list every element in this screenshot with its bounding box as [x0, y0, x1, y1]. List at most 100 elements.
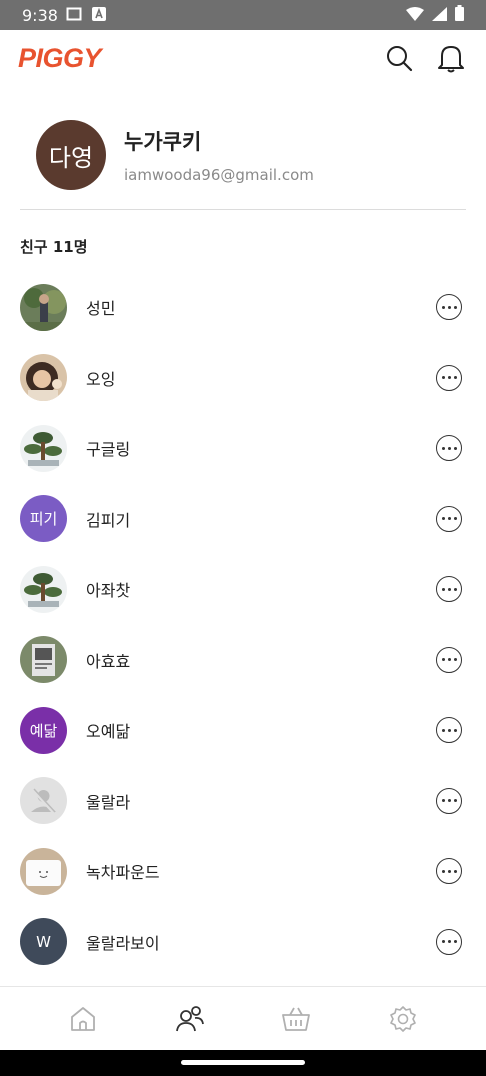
friend-avatar — [20, 777, 67, 825]
friend-row[interactable]: W 울랄라보이 — [0, 907, 486, 978]
more-icon-dot — [453, 517, 457, 521]
friend-name: 성민 — [86, 299, 116, 319]
more-icon-dot — [447, 587, 451, 591]
friend-row[interactable]: 구글링 — [0, 413, 486, 484]
nav-friends[interactable] — [170, 999, 210, 1039]
friend-row[interactable]: 예닮 오예닮 — [0, 695, 486, 766]
more-icon-dot — [447, 728, 451, 732]
more-icon-dot — [447, 305, 451, 309]
friend-name: 울랄라 — [86, 792, 131, 812]
friend-avatar — [20, 354, 67, 402]
profile-email: iamwooda96@gmail.com — [124, 166, 314, 184]
more-icon-dot — [453, 658, 457, 662]
more-options-button[interactable] — [436, 435, 462, 462]
friend-avatar-text: W — [36, 932, 51, 951]
friend-avatar — [20, 283, 67, 331]
bonsai-photo-icon — [20, 424, 67, 472]
friend-avatar — [20, 424, 67, 472]
notification-square-icon — [66, 6, 82, 25]
more-icon — [441, 728, 445, 732]
friends-count-label: 친구 11명 — [20, 238, 88, 256]
cake-photo-icon — [20, 847, 67, 895]
status-time: 9:38 — [22, 5, 58, 25]
more-icon-dot — [453, 587, 457, 591]
friend-name: 오잉 — [86, 369, 116, 389]
friend-avatar-text: 예닮 — [29, 721, 58, 740]
more-options-button[interactable] — [436, 364, 462, 391]
signal-icon — [432, 6, 447, 25]
system-navigation-area — [0, 1050, 486, 1076]
friend-avatar — [20, 565, 67, 613]
search-button[interactable] — [382, 41, 416, 75]
friend-row[interactable]: 아좌찻 — [0, 554, 486, 625]
more-icon-dot — [447, 376, 451, 380]
more-options-button[interactable] — [436, 858, 462, 885]
bonsai-photo-icon — [20, 565, 67, 613]
more-icon-dot — [453, 940, 457, 944]
friend-name: 녹차파운드 — [86, 863, 160, 883]
friend-name: 오예닮 — [86, 722, 131, 742]
settings-icon — [389, 1005, 416, 1032]
more-icon-dot — [447, 869, 451, 873]
friend-row[interactable]: 아효효 — [0, 625, 486, 696]
bottom-navigation — [0, 986, 486, 1050]
friend-row[interactable]: 울랄라 — [0, 766, 486, 837]
more-options-button[interactable] — [436, 928, 462, 955]
friends-icon — [175, 1005, 204, 1031]
friend-row[interactable]: 오잉 — [0, 343, 486, 414]
friend-row[interactable]: 녹차파운드 — [0, 836, 486, 907]
nav-basket[interactable] — [276, 999, 316, 1039]
more-icon-dot — [447, 446, 451, 450]
more-options-button[interactable] — [436, 294, 462, 321]
more-icon-dot — [453, 376, 457, 380]
more-icon — [441, 869, 445, 873]
nature-photo-icon — [20, 283, 67, 331]
more-icon — [441, 658, 445, 662]
more-icon — [441, 940, 445, 944]
friend-avatar: 예닮 — [20, 706, 67, 754]
nav-settings[interactable] — [383, 999, 423, 1039]
friend-row[interactable]: 피기 김피기 — [0, 484, 486, 555]
friend-name: 구글링 — [86, 440, 131, 460]
more-icon-dot — [447, 940, 451, 944]
more-icon — [441, 587, 445, 591]
poster-photo-icon — [20, 636, 67, 684]
nav-home[interactable] — [63, 999, 103, 1039]
home-gesture-bar[interactable] — [181, 1060, 305, 1065]
more-options-button[interactable] — [436, 576, 462, 603]
more-icon — [441, 305, 445, 309]
friend-name: 울랄라보이 — [86, 933, 160, 953]
search-icon — [387, 46, 413, 72]
more-options-button[interactable] — [436, 787, 462, 814]
divider — [20, 209, 466, 210]
more-icon — [441, 517, 445, 521]
more-options-button[interactable] — [436, 505, 462, 532]
notification-button[interactable] — [434, 41, 468, 75]
friend-name: 김피기 — [86, 510, 131, 530]
more-icon-dot — [453, 728, 457, 732]
friend-name: 아효효 — [86, 651, 131, 671]
app-header: PIGGY — [0, 30, 486, 86]
profile-info: 누가쿠키 iamwooda96@gmail.com — [124, 126, 314, 184]
more-icon-dot — [453, 869, 457, 873]
friend-avatar: W — [20, 918, 67, 966]
status-bar: 9:38 — [0, 0, 486, 30]
more-options-button[interactable] — [436, 717, 462, 744]
more-icon-dot — [447, 517, 451, 521]
a-badge-icon — [91, 6, 106, 25]
header-actions — [382, 41, 468, 75]
app-logo: PIGGY — [18, 42, 102, 73]
friend-avatar-text: 피기 — [29, 510, 58, 529]
battery-icon — [455, 5, 464, 25]
friend-avatar: 피기 — [20, 495, 67, 543]
bell-icon — [438, 46, 464, 73]
my-profile[interactable]: 다영 누가쿠키 iamwooda96@gmail.com — [36, 120, 314, 190]
friend-row[interactable]: 성민 — [0, 272, 486, 343]
more-options-button[interactable] — [436, 646, 462, 673]
more-icon-dot — [453, 446, 457, 450]
more-icon — [441, 376, 445, 380]
more-icon — [441, 446, 445, 450]
profile-name: 누가쿠키 — [124, 130, 202, 154]
status-left-icons — [66, 6, 106, 25]
home-icon — [71, 1006, 96, 1031]
